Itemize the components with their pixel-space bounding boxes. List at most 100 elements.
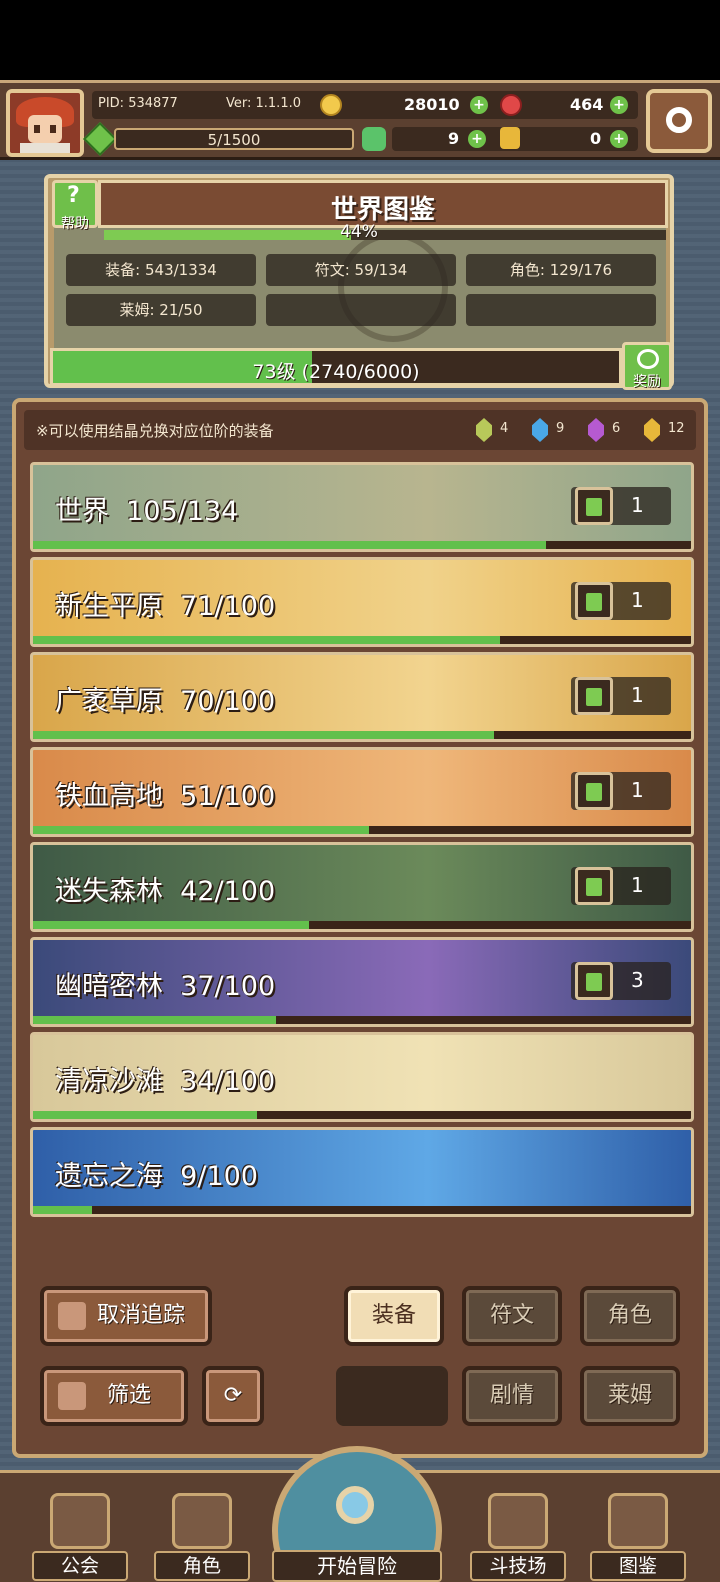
track-toggle[interactable]: 1 bbox=[571, 677, 671, 715]
filter-button[interactable]: 筛选 bbox=[40, 1366, 188, 1426]
help-button[interactable]: ? 帮助 bbox=[52, 180, 98, 232]
area-name: 清凉沙滩 34/100 bbox=[55, 1066, 276, 1097]
add-clover-icon[interactable]: + bbox=[468, 130, 486, 148]
start-adventure-button[interactable]: 开始冒险 bbox=[272, 1446, 442, 1582]
tab-story-label: 剧情 bbox=[489, 1383, 534, 1408]
reward-button[interactable]: 奖励 bbox=[622, 342, 672, 390]
tab-slimes[interactable]: 莱姆 bbox=[580, 1366, 680, 1426]
tab-characters[interactable]: 角色 bbox=[580, 1286, 680, 1346]
area-progress-fill bbox=[33, 1111, 257, 1119]
crystal-icon bbox=[532, 418, 548, 442]
clover-count: 9 bbox=[448, 129, 460, 148]
nav-arena[interactable]: 斗技场 bbox=[470, 1489, 566, 1581]
reset-filter-button[interactable]: ⟳ bbox=[202, 1366, 264, 1426]
nav-arena-label: 斗技场 bbox=[470, 1551, 566, 1581]
area-row[interactable]: 清凉沙滩 34/100 bbox=[30, 1032, 694, 1122]
character-icon bbox=[172, 1493, 232, 1549]
area-progress-fill bbox=[33, 1016, 277, 1024]
area-list-panel: ※可以使用结晶兑换对应位阶的装备 4 9 6 12 世界 105/134 1 新生平原 7… bbox=[12, 398, 708, 1458]
avatar-eye bbox=[50, 125, 56, 133]
crystal-icon bbox=[588, 418, 604, 442]
track-toggle[interactable]: 1 bbox=[571, 772, 671, 810]
tab-equipment-label: 装备 bbox=[371, 1303, 416, 1328]
nav-character[interactable]: 角色 bbox=[154, 1489, 250, 1581]
area-row[interactable]: 铁血高地 51/100 1 bbox=[30, 747, 694, 837]
stat-characters: 角色: 129/176 bbox=[466, 254, 656, 286]
area-progress-fill bbox=[33, 921, 310, 929]
settings-button[interactable] bbox=[646, 89, 712, 153]
area-name: 遗忘之海 9/100 bbox=[55, 1161, 258, 1192]
stat-runes: 符文: 59/134 bbox=[266, 254, 456, 286]
area-row[interactable]: 遗忘之海 9/100 bbox=[30, 1127, 694, 1217]
notice-text: ※可以使用结晶兑换对应位阶的装备 bbox=[36, 422, 274, 440]
nav-guild-label: 公会 bbox=[32, 1551, 128, 1581]
grid-icon bbox=[58, 1382, 86, 1410]
track-toggle[interactable]: 1 bbox=[571, 582, 671, 620]
nav-codex-label: 图鉴 bbox=[590, 1551, 686, 1581]
nav-codex[interactable]: 图鉴 bbox=[590, 1489, 686, 1581]
stat-slimes: 莱姆: 21/50 bbox=[66, 294, 256, 326]
track-count: 1 bbox=[631, 493, 644, 517]
thumb-icon bbox=[58, 1302, 86, 1330]
area-name: 世界 105/134 bbox=[55, 496, 239, 527]
area-progress-bar bbox=[33, 541, 691, 549]
gear-icon bbox=[666, 107, 692, 133]
tab-equipment[interactable]: 装备 bbox=[344, 1286, 444, 1346]
untrack-button[interactable]: 取消追踪 bbox=[40, 1286, 212, 1346]
question-icon: ? bbox=[67, 183, 80, 208]
tab-runes[interactable]: 符文 bbox=[462, 1286, 562, 1346]
page-title: 世界图鉴 bbox=[330, 195, 435, 225]
thumbs-up-icon bbox=[575, 677, 613, 715]
nav-guild[interactable]: 公会 bbox=[32, 1489, 128, 1581]
crystal-icon bbox=[644, 418, 660, 442]
area-progress-bar bbox=[33, 921, 691, 929]
codex-level-text: 73级 (2740/6000) bbox=[252, 361, 420, 383]
track-toggle[interactable]: 3 bbox=[571, 962, 671, 1000]
stamina-value: 5/1500 bbox=[207, 131, 261, 149]
area-list[interactable]: 世界 105/134 1 新生平原 71/100 1 广袤草原 70/100 1 铁血高地 … bbox=[30, 462, 694, 1252]
stamina-icon bbox=[83, 122, 117, 156]
version-label: Ver: 1.1.1.0 bbox=[226, 96, 301, 111]
player-id: PID: 534877 bbox=[98, 96, 178, 111]
stamina-bar: 5/1500 bbox=[114, 128, 354, 150]
add-key-icon[interactable]: + bbox=[610, 130, 628, 148]
crystal-notice: ※可以使用结晶兑换对应位阶的装备 4 9 6 12 bbox=[24, 410, 696, 450]
area-progress-fill bbox=[33, 731, 494, 739]
title-banner: 世界图鉴 bbox=[98, 180, 668, 228]
avatar-body bbox=[20, 143, 70, 153]
resource-row: 5/1500 9 + 0 + bbox=[83, 122, 638, 156]
player-avatar[interactable] bbox=[6, 89, 84, 157]
track-count: 1 bbox=[631, 683, 644, 707]
area-row[interactable]: 迷失森林 42/100 1 bbox=[30, 842, 694, 932]
avatar-eye bbox=[34, 125, 40, 133]
refresh-icon: ⟳ bbox=[223, 1383, 243, 1408]
track-toggle[interactable]: 1 bbox=[571, 487, 671, 525]
start-adventure-label: 开始冒险 bbox=[272, 1550, 442, 1582]
thumbs-up-icon bbox=[575, 962, 613, 1000]
area-name: 新生平原 71/100 bbox=[55, 591, 276, 622]
area-name: 迷失森林 42/100 bbox=[55, 876, 276, 907]
area-progress-fill bbox=[33, 541, 547, 549]
area-row[interactable]: 新生平原 71/100 1 bbox=[30, 557, 694, 647]
track-toggle[interactable]: 1 bbox=[571, 867, 671, 905]
crystal-count: 6 bbox=[612, 421, 621, 436]
tab-story[interactable]: 剧情 bbox=[462, 1366, 562, 1426]
area-row[interactable]: 广袤草原 70/100 1 bbox=[30, 652, 694, 742]
area-row[interactable]: 世界 105/134 1 bbox=[30, 462, 694, 552]
tab-characters-label: 角色 bbox=[607, 1303, 652, 1328]
gold-coin-icon bbox=[320, 94, 342, 116]
ruby-gem-icon bbox=[500, 94, 522, 116]
add-gold-icon[interactable]: + bbox=[470, 96, 488, 114]
area-row[interactable]: 幽暗密林 37/100 3 bbox=[30, 937, 694, 1027]
area-name: 广袤草原 70/100 bbox=[55, 686, 276, 717]
area-progress-bar bbox=[33, 826, 691, 834]
track-count: 1 bbox=[631, 778, 644, 802]
thumbs-up-icon bbox=[575, 867, 613, 905]
guild-building-icon bbox=[50, 1493, 110, 1549]
stat-empty bbox=[466, 294, 656, 326]
track-count: 3 bbox=[631, 968, 644, 992]
crystal-count: 12 bbox=[668, 421, 685, 436]
area-progress-fill bbox=[33, 1206, 93, 1214]
add-gems-icon[interactable]: + bbox=[610, 96, 628, 114]
magnifier-icon bbox=[336, 1486, 374, 1524]
